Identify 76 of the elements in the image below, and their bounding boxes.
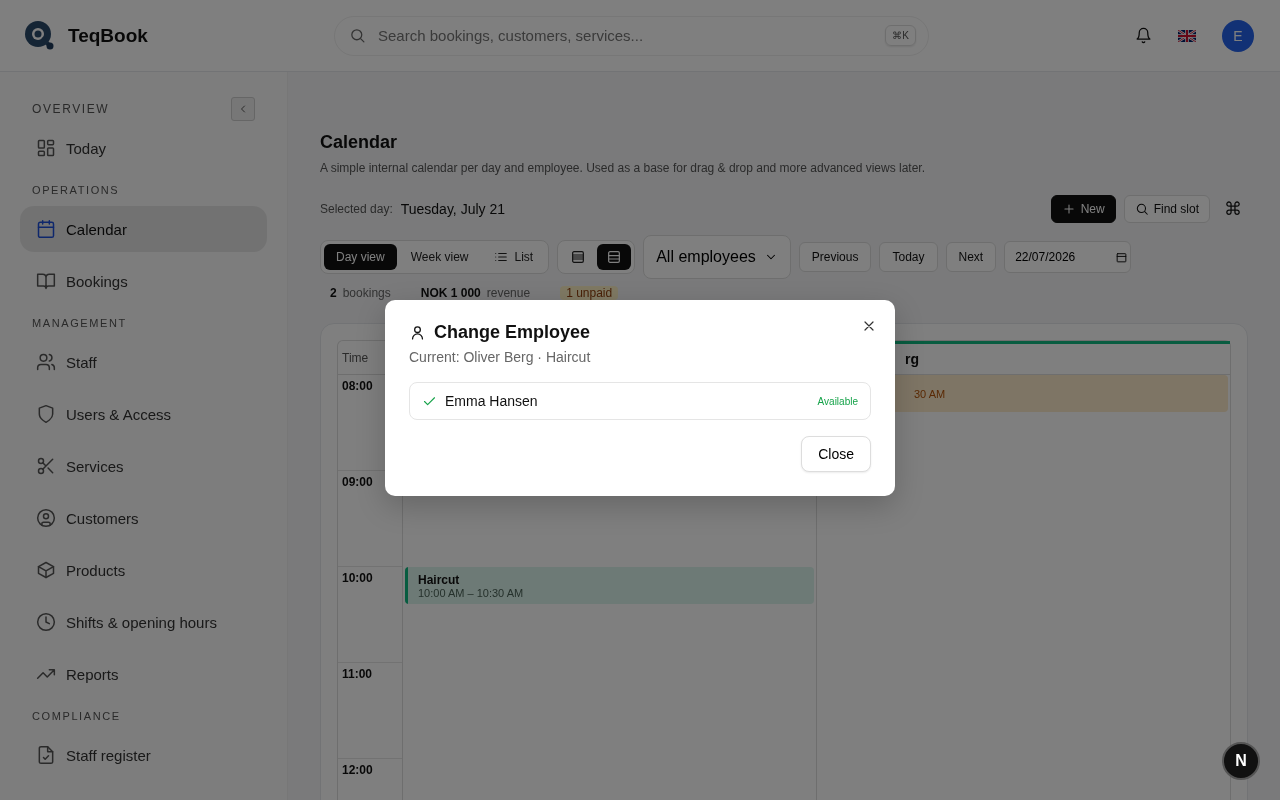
view-tab[interactable]: Week view bbox=[398, 244, 481, 270]
user-avatar[interactable]: E bbox=[1222, 19, 1254, 52]
time-label: 10:00 bbox=[342, 571, 373, 585]
view-tab[interactable]: List bbox=[482, 244, 546, 270]
nav-button[interactable]: Previous bbox=[798, 242, 872, 272]
page-title: Calendar bbox=[320, 132, 399, 153]
employee-name: Emma Hansen bbox=[445, 393, 538, 409]
stat-value: 2 bbox=[330, 286, 337, 300]
layout-toggle[interactable] bbox=[597, 244, 632, 270]
time-label: 12:00 bbox=[342, 763, 373, 777]
sidebar-item[interactable]: Calendar bbox=[20, 206, 267, 252]
time-label: 09:00 bbox=[342, 475, 373, 489]
sidebar-item[interactable]: Customers bbox=[20, 495, 267, 541]
section-title: OPERATIONS bbox=[32, 184, 120, 196]
plus-icon bbox=[1061, 202, 1076, 216]
list-icon bbox=[494, 250, 509, 264]
selected-day-label: Selected day: bbox=[320, 202, 393, 216]
book-icon bbox=[36, 271, 56, 291]
clock-icon bbox=[36, 612, 56, 632]
search-icon bbox=[349, 27, 366, 44]
command-button[interactable]: ⌘ bbox=[1218, 195, 1248, 223]
date-field[interactable]: 22/07/2026 bbox=[1004, 241, 1132, 273]
sidebar-item[interactable]: Staff register bbox=[20, 732, 267, 778]
rows-icon bbox=[570, 249, 587, 265]
unpaid-badge: 1 unpaid bbox=[560, 286, 619, 300]
sidebar-item[interactable]: Bookings bbox=[20, 258, 267, 304]
calendar-icon bbox=[36, 219, 56, 239]
selected-day: Tuesday, July 21 bbox=[400, 201, 505, 217]
box-icon bbox=[36, 560, 56, 580]
page-subtitle: A simple internal calendar per day and employee. Used as a base for drag & drop and more advanced views later. bbox=[320, 161, 926, 175]
nav-button[interactable]: Today bbox=[879, 242, 938, 272]
employee-option[interactable]: Emma Hansen Available bbox=[409, 382, 871, 420]
availability-status: Available bbox=[817, 395, 858, 407]
shortcut-hint: ⌘K bbox=[885, 25, 916, 46]
sidebar-item[interactable]: Products bbox=[20, 547, 267, 593]
booking-title: Haircut bbox=[418, 572, 461, 587]
brand-name: TeqBook bbox=[68, 24, 148, 47]
dialog-subtitle: Current: Oliver Berg · Haircut bbox=[409, 349, 592, 365]
sidebar-item[interactable]: Today bbox=[20, 125, 267, 171]
booking-time: 10:00 AM – 10:30 AM bbox=[418, 586, 524, 599]
sidebar-item[interactable]: Reports bbox=[20, 651, 267, 697]
user-circle-icon bbox=[36, 508, 56, 528]
time-label: 08:00 bbox=[342, 379, 373, 393]
stat-label: revenue bbox=[486, 286, 531, 300]
grid-icon bbox=[36, 138, 56, 158]
sidebar-item[interactable]: Services bbox=[20, 443, 267, 489]
close-button[interactable]: Close bbox=[801, 436, 871, 472]
user-icon bbox=[409, 324, 426, 341]
sidebar-item[interactable]: Users & Access bbox=[20, 391, 267, 437]
dialog-title: Change Employee bbox=[434, 322, 591, 343]
stat-label: bookings bbox=[342, 286, 391, 300]
flag-icon[interactable] bbox=[1178, 29, 1196, 42]
section-title: COMPLIANCE bbox=[32, 710, 121, 722]
date-input[interactable]: 22/07/2026 bbox=[1013, 249, 1108, 265]
sidebar-item[interactable]: Shifts & opening hours bbox=[20, 599, 267, 645]
scissors-icon bbox=[36, 456, 56, 476]
section-title: OVERVIEW bbox=[32, 102, 110, 116]
employee-select[interactable]: All employees bbox=[643, 235, 791, 279]
search-icon bbox=[1134, 202, 1149, 216]
view-tab[interactable]: Day view bbox=[324, 244, 397, 270]
section-title: MANAGEMENT bbox=[32, 317, 127, 329]
search-input[interactable]: Search bookings, customers, services... bbox=[376, 26, 876, 45]
sidebar-item[interactable]: Staff bbox=[20, 339, 267, 385]
users-icon bbox=[36, 352, 56, 372]
nav-button[interactable]: Next bbox=[945, 242, 997, 272]
calendar-icon bbox=[1115, 250, 1129, 264]
file-check-icon bbox=[36, 745, 56, 765]
shield-icon bbox=[36, 404, 56, 424]
booking-time: 30 AM bbox=[914, 387, 946, 400]
find-slot-button[interactable]: Find slot bbox=[1123, 195, 1210, 223]
bell-icon bbox=[1135, 27, 1152, 44]
logo-icon bbox=[24, 19, 56, 52]
new-button[interactable]: New bbox=[1050, 195, 1116, 223]
stat-value: NOK 1 000 bbox=[420, 286, 481, 300]
time-label: 11:00 bbox=[342, 667, 373, 681]
rows-icon bbox=[606, 249, 623, 265]
